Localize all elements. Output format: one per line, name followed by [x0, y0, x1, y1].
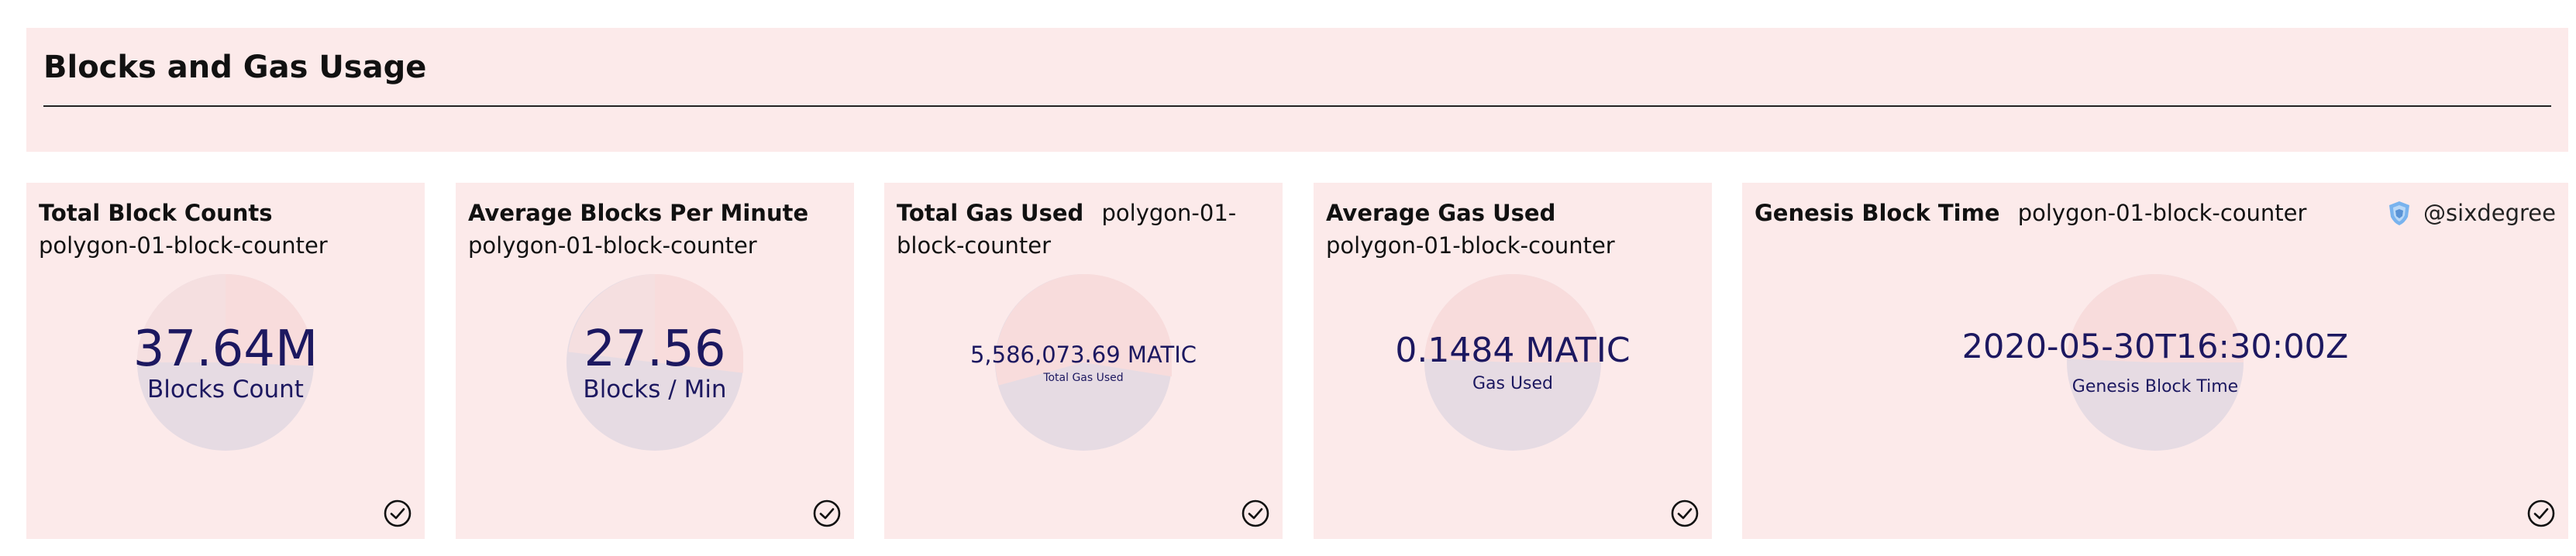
card-header: Average Gas Used polygon-01-block-counte…: [1326, 197, 1667, 262]
author-badge[interactable]: @sixdegree: [2386, 197, 2556, 229]
card-source: polygon-01-block-counter: [2017, 200, 2307, 226]
card-title: Average Gas Used: [1326, 200, 1556, 226]
card-header: Average Blocks Per Minute polygon-01-blo…: [468, 197, 840, 262]
card-title: Average Blocks Per Minute: [468, 200, 809, 226]
shield-logo-icon: [2389, 201, 2410, 225]
stat-value: 5,586,073.69 MATIC: [969, 341, 1197, 368]
value-block: 37.64M Blocks Count: [26, 274, 425, 451]
stat-value: 0.1484 MATIC: [1395, 331, 1631, 370]
check-circle-icon: [384, 499, 412, 527]
card-average-blocks-per-minute: Average Blocks Per Minute polygon-01-blo…: [456, 183, 854, 539]
section-title: Blocks and Gas Usage: [43, 50, 427, 85]
stat-caption: Gas Used: [1472, 374, 1554, 393]
card-title: Genesis Block Time: [1755, 200, 2000, 226]
check-circle-icon: [1671, 499, 1699, 527]
card-header: Total Block Counts polygon-01-block-coun…: [39, 197, 380, 262]
card-average-gas-used: Average Gas Used polygon-01-block-counte…: [1314, 183, 1712, 539]
value-block: 0.1484 MATIC Gas Used: [1314, 274, 1712, 451]
stat-caption: Genesis Block Time: [2071, 377, 2239, 396]
stat-value: 27.56: [584, 321, 726, 378]
card-total-block-counts: Total Block Counts polygon-01-block-coun…: [26, 183, 425, 539]
check-circle-icon: [1242, 499, 1269, 527]
section-divider: [43, 105, 2551, 107]
stat-caption: Blocks Count: [147, 376, 304, 403]
check-circle-icon: [813, 499, 841, 527]
author-handle: @sixdegree: [2423, 200, 2556, 226]
stat-caption: Blocks / Min: [583, 376, 727, 403]
check-circle-icon: [2527, 499, 2555, 527]
card-source: polygon-01-block-counter: [1326, 232, 1615, 259]
card-source: polygon-01-block-counter: [39, 232, 328, 259]
stat-value: 2020-05-30T16:30:00Z: [1961, 328, 2349, 366]
card-source: polygon-01-block-counter: [468, 232, 757, 259]
card-total-gas-used: Total Gas Used polygon-01-block-counter …: [884, 183, 1283, 539]
section-header: Blocks and Gas Usage: [26, 28, 2568, 152]
value-block: 2020-05-30T16:30:00Z Genesis Block Time: [1742, 274, 2568, 451]
stat-value: 37.64M: [133, 321, 319, 378]
card-header: Total Gas Used polygon-01-block-counter: [897, 197, 1269, 262]
card-genesis-block-time: Genesis Block Time polygon-01-block-coun…: [1742, 183, 2568, 539]
value-block: 27.56 Blocks / Min: [456, 274, 854, 451]
card-header: Genesis Block Time polygon-01-block-coun…: [1755, 197, 2344, 229]
stat-caption: Total Gas Used: [1043, 372, 1124, 384]
card-title: Total Block Counts: [39, 200, 273, 226]
value-block: 5,586,073.69 MATIC Total Gas Used: [884, 274, 1283, 451]
card-title: Total Gas Used: [897, 200, 1084, 226]
